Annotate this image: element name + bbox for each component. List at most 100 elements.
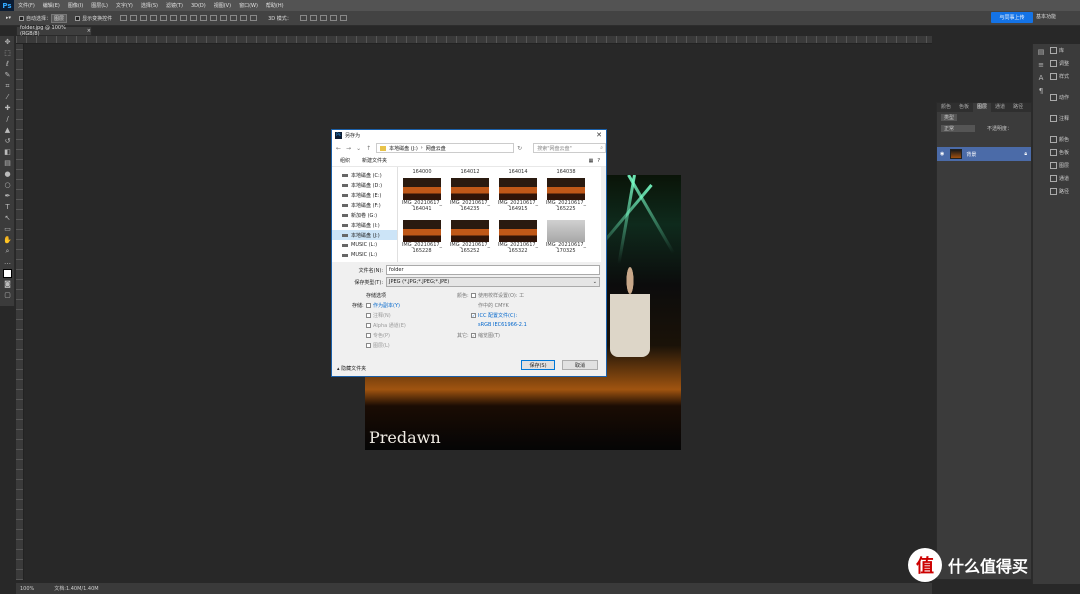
file-grid-scrollbar[interactable]: [601, 167, 606, 262]
menu-filter[interactable]: 滤镜(T): [166, 2, 183, 9]
document-size[interactable]: 文档:1.40M/1.40M: [54, 585, 98, 592]
tree-item-l[interactable]: MUSIC (L:): [332, 240, 397, 250]
organize-button[interactable]: 组织: [340, 157, 350, 164]
3d-mode-icons[interactable]: [299, 15, 350, 21]
file-item[interactable]: IMG_20210617_ 165228: [400, 220, 444, 254]
layer-kind-filter[interactable]: 类型: [941, 113, 958, 121]
quick-select-tool-icon[interactable]: ✎: [3, 71, 12, 80]
auto-select-option[interactable]: 自动选择： 图层: [19, 13, 68, 23]
layer-row[interactable]: ◉ 背景 🔒︎: [937, 147, 1031, 161]
tree-item-i[interactable]: 本地磁盘 (I:): [332, 220, 397, 230]
channels-panel-tab[interactable]: 通道: [1048, 172, 1080, 185]
tab-color[interactable]: 颜色: [937, 103, 955, 112]
file-item[interactable]: IMG_20210617_ 164915: [496, 178, 540, 212]
save-button[interactable]: 保存(S): [521, 360, 555, 370]
tree-item-g[interactable]: 新加卷 (G:): [332, 210, 397, 220]
tree-item-j[interactable]: 本地磁盘 (J:): [332, 230, 397, 240]
pen-tool-icon[interactable]: ✒: [3, 192, 12, 201]
vertical-ruler[interactable]: [16, 44, 24, 580]
styles-panel-tab[interactable]: 样式: [1048, 70, 1080, 83]
move-tool-icon[interactable]: ✥: [3, 38, 12, 47]
refresh-icon[interactable]: ↻: [517, 145, 522, 152]
hand-tool-icon[interactable]: ✋: [3, 236, 12, 245]
tab-paths[interactable]: 路径: [1009, 103, 1027, 112]
file-item-caption[interactable]: 164000: [400, 169, 444, 175]
menu-view[interactable]: 视图(V): [214, 2, 231, 9]
menu-image[interactable]: 图像(I): [68, 2, 83, 9]
dodge-tool-icon[interactable]: ○: [3, 181, 12, 190]
history-icon[interactable]: ▤: [1036, 47, 1046, 57]
visibility-eye-icon[interactable]: ◉: [940, 151, 944, 157]
blur-tool-icon[interactable]: ●: [3, 170, 12, 179]
crop-tool-icon[interactable]: ⌗: [3, 82, 12, 91]
menu-layer[interactable]: 图层(L): [91, 2, 108, 9]
foreground-color-swatch[interactable]: [3, 269, 12, 278]
menu-window[interactable]: 窗口(W): [239, 2, 258, 9]
color-panel-tab[interactable]: 颜色: [1048, 133, 1080, 146]
library-panel-tab[interactable]: 库: [1048, 44, 1080, 57]
file-item[interactable]: IMG_20210617_ 164041: [400, 178, 444, 212]
layers-panel-tab[interactable]: 图层: [1048, 159, 1080, 172]
move-tool-icon[interactable]: ▸▾: [6, 15, 11, 21]
blend-mode-select[interactable]: 正常: [941, 124, 975, 132]
notes-panel-tab[interactable]: 注释: [1048, 112, 1080, 125]
tree-item-l-2[interactable]: MUSIC (L:): [332, 250, 397, 260]
eraser-tool-icon[interactable]: ◧: [3, 148, 12, 157]
shape-tool-icon[interactable]: ▭: [3, 225, 12, 234]
tree-item-e[interactable]: 本地磁盘 (E:): [332, 190, 397, 200]
thumbnail-checkbox[interactable]: ✓: [471, 332, 476, 338]
file-item[interactable]: IMG_20210617_ 164235: [448, 178, 492, 212]
back-arrow-icon[interactable]: ←: [336, 145, 341, 152]
cancel-button[interactable]: 取消: [562, 360, 598, 370]
properties-icon[interactable]: ≡: [1036, 60, 1046, 70]
file-item-caption[interactable]: 164012: [448, 169, 492, 175]
close-icon[interactable]: ×: [87, 28, 91, 34]
tab-channels[interactable]: 通道: [991, 103, 1009, 112]
align-icons[interactable]: [120, 15, 260, 21]
menu-select[interactable]: 选择(S): [141, 2, 158, 9]
address-bar[interactable]: 本地磁盘 (J:) › 网盘云盘: [376, 143, 515, 153]
file-item-caption[interactable]: 164038: [544, 169, 588, 175]
tab-layers[interactable]: 图层: [973, 103, 992, 112]
filename-input[interactable]: folder: [386, 265, 600, 275]
healing-tool-icon[interactable]: ✚: [3, 104, 12, 113]
tab-swatches[interactable]: 色板: [955, 103, 973, 112]
screen-mode-icon[interactable]: ▢: [3, 291, 12, 300]
tree-item-d[interactable]: 本地磁盘 (D:): [332, 180, 397, 190]
menu-help[interactable]: 帮助(H): [266, 2, 284, 9]
up-arrow-icon[interactable]: ↑: [366, 145, 371, 152]
search-input[interactable]: 搜索"网盘云盘" ⌕: [533, 143, 606, 153]
brush-tool-icon[interactable]: /: [3, 115, 12, 124]
tree-item-f[interactable]: 本地磁盘 (F:): [332, 200, 397, 210]
auto-select-checkbox[interactable]: [19, 15, 25, 21]
stamp-tool-icon[interactable]: ▲: [3, 126, 12, 135]
gradient-tool-icon[interactable]: ▤: [3, 159, 12, 168]
zoom-level[interactable]: 100%: [20, 586, 34, 592]
document-tab[interactable]: folder.jpg @ 100%(RGB/8) ×: [16, 25, 92, 37]
file-item[interactable]: IMG_20210617_ 165225: [544, 178, 588, 212]
dropdown-arrow-icon[interactable]: ⌄: [356, 145, 361, 152]
history-brush-icon[interactable]: ↺: [3, 137, 12, 146]
character-icon[interactable]: A: [1036, 73, 1046, 83]
type-tool-icon[interactable]: T: [3, 203, 12, 212]
notes-checkbox[interactable]: [366, 312, 371, 318]
workspace-switcher[interactable]: 基本功能: [1036, 13, 1056, 20]
path-segment-drive[interactable]: 本地磁盘 (J:): [389, 145, 418, 152]
forward-arrow-icon[interactable]: →: [346, 145, 351, 152]
swatches-panel-tab[interactable]: 色板: [1048, 146, 1080, 159]
layers-checkbox[interactable]: [366, 342, 371, 348]
alpha-checkbox[interactable]: [366, 322, 371, 328]
paragraph-icon[interactable]: ¶: [1036, 86, 1046, 96]
as-copy-checkbox[interactable]: [366, 302, 371, 308]
file-item[interactable]: IMG_20210617_ 165252: [448, 220, 492, 254]
icc-checkbox[interactable]: ✓: [471, 312, 476, 318]
file-item-caption[interactable]: 164014: [496, 169, 540, 175]
more-tools-icon[interactable]: …: [3, 258, 12, 267]
share-button[interactable]: 与同事上传: [991, 12, 1033, 23]
menu-3d[interactable]: 3D(D): [191, 3, 206, 9]
close-icon[interactable]: ✕: [596, 131, 602, 139]
show-transform-checkbox[interactable]: [75, 15, 81, 21]
quick-mask-icon[interactable]: ◙: [3, 280, 12, 289]
horizontal-ruler[interactable]: [16, 36, 932, 44]
filetype-select[interactable]: JPEG (*.JPG;*.JPEG;*.JPE) ⌄: [386, 277, 600, 287]
